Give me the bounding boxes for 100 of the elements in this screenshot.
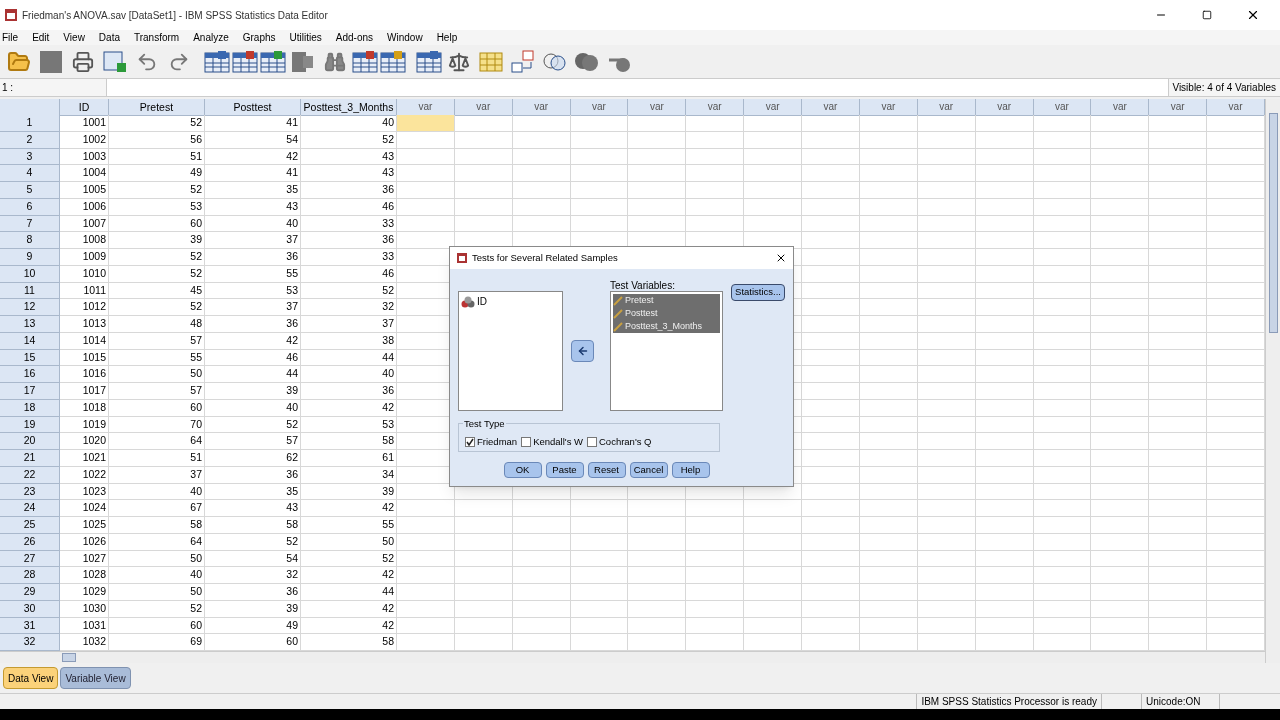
column-header[interactable]: Posttest <box>205 99 301 116</box>
column-header[interactable]: Posttest_3_Months <box>301 99 397 116</box>
column-header[interactable]: var <box>802 99 860 116</box>
menu-item[interactable]: Graphs <box>242 30 276 45</box>
row-number[interactable]: 13 <box>0 316 60 333</box>
close-button[interactable] <box>775 252 787 264</box>
column-header[interactable]: Pretest <box>109 99 205 116</box>
row-number[interactable]: 32 <box>0 634 60 651</box>
column-header[interactable]: var <box>859 99 918 116</box>
row-number[interactable]: 25 <box>0 517 60 534</box>
column-header[interactable]: var <box>1091 99 1150 116</box>
empty-cell <box>1091 383 1150 400</box>
menu-item[interactable]: Help <box>436 30 458 45</box>
empty-cell <box>859 600 918 618</box>
row-number[interactable]: 12 <box>0 299 60 316</box>
variables-icon[interactable] <box>260 49 286 74</box>
test-type-checkbox[interactable] <box>521 437 532 448</box>
empty-cell <box>859 249 918 266</box>
move-arrow-button[interactable] <box>571 340 595 362</box>
empty-cell <box>1033 433 1092 450</box>
menu-item[interactable]: Transform <box>134 30 180 45</box>
test-type-checkbox[interactable] <box>587 437 597 448</box>
menu-item[interactable]: Analyze <box>193 30 229 45</box>
row-number[interactable]: 20 <box>0 433 60 450</box>
menu-item[interactable]: Utilities <box>289 30 322 45</box>
column-header[interactable]: var <box>975 99 1034 116</box>
view-tab[interactable]: Data View <box>3 667 59 689</box>
row-number[interactable]: 21 <box>0 450 60 467</box>
test-variable-list[interactable]: Pretest Posttest Posttest_3_Months <box>610 291 724 411</box>
insert-cases-icon[interactable] <box>352 49 378 74</box>
table-cell: 38 <box>301 332 397 350</box>
column-header[interactable]: var <box>512 99 571 116</box>
column-header[interactable]: ID <box>60 99 109 116</box>
column-header[interactable]: var <box>917 99 976 116</box>
table-cell: 1025 <box>60 517 109 534</box>
column-header[interactable]: var <box>1207 99 1265 116</box>
table-cell: 40 <box>205 399 301 417</box>
go-to-case-icon[interactable] <box>204 49 230 74</box>
insert-variable-icon[interactable] <box>380 49 406 74</box>
empty-cell <box>1033 282 1092 300</box>
table-cell: 40 <box>205 215 301 233</box>
menu-item[interactable]: Edit <box>32 30 50 45</box>
horizontal-scrollbar[interactable] <box>0 651 1265 663</box>
column-header[interactable]: var <box>628 99 687 116</box>
column-header[interactable]: var <box>686 99 745 116</box>
table-cell: 54 <box>205 550 301 568</box>
empty-cell <box>1091 567 1150 584</box>
empty-cell <box>802 500 860 517</box>
empty-cell <box>975 584 1034 601</box>
go-to-variable-icon[interactable] <box>232 49 258 74</box>
split-file-icon[interactable] <box>416 49 442 74</box>
test-type-checkbox[interactable] <box>465 437 475 448</box>
empty-cell <box>454 148 513 166</box>
empty-cell <box>802 249 860 266</box>
dialog-button[interactable]: Paste <box>545 462 584 478</box>
row-number[interactable]: 28 <box>0 567 60 584</box>
dialog-button[interactable]: Help <box>671 462 710 478</box>
variable-item[interactable]: Posttest <box>613 307 721 320</box>
row-number[interactable]: 24 <box>0 500 60 517</box>
menu-item[interactable]: File <box>2 30 19 45</box>
column-header[interactable]: var <box>570 99 629 116</box>
vertical-scrollbar[interactable] <box>1265 99 1280 663</box>
variable-item[interactable]: Pretest <box>613 294 721 307</box>
dialog-button[interactable]: Cancel <box>629 462 668 478</box>
row-number[interactable]: 9 <box>0 249 60 266</box>
row-number[interactable]: 29 <box>0 584 60 601</box>
variable-item[interactable]: ID <box>461 294 561 309</box>
empty-cell <box>570 500 629 517</box>
row-number[interactable]: 16 <box>0 366 60 383</box>
variable-item[interactable]: Posttest_3_Months <box>613 320 721 333</box>
close-icon <box>775 252 787 264</box>
column-header[interactable]: var <box>744 99 803 116</box>
menu-item[interactable]: Add-ons <box>335 30 374 45</box>
column-header[interactable]: var <box>1033 99 1092 116</box>
empty-cell <box>859 584 918 601</box>
table-cell: 36 <box>301 232 397 249</box>
menu-item[interactable]: Window <box>387 30 423 45</box>
column-header[interactable]: var <box>454 99 513 116</box>
view-tab[interactable]: Variable View <box>60 667 131 689</box>
row-number[interactable]: 17 <box>0 383 60 400</box>
column-header[interactable]: var <box>1149 99 1208 116</box>
row-number[interactable]: 8 <box>0 232 60 249</box>
empty-cell <box>628 600 687 618</box>
statistics-button[interactable]: Statistics... <box>731 284 785 301</box>
menu-item[interactable]: View <box>63 30 85 45</box>
table-cell: 36 <box>301 182 397 199</box>
row-number[interactable]: 5 <box>0 182 60 199</box>
menu-item[interactable]: Data <box>98 30 120 45</box>
table-cell: 46 <box>301 198 397 216</box>
empty-cell <box>1149 299 1208 316</box>
table-cell: 37 <box>109 466 205 484</box>
empty-cell <box>1207 316 1265 333</box>
source-variable-list[interactable]: ID <box>458 291 564 411</box>
empty-cell <box>1033 299 1092 316</box>
empty-cell <box>975 299 1034 316</box>
row-number[interactable]: 1 <box>0 115 60 132</box>
dialog-button[interactable]: Reset <box>587 462 626 478</box>
table-cell: 58 <box>301 433 397 450</box>
dialog-button[interactable]: OK <box>503 462 542 478</box>
row-number[interactable]: 4 <box>0 165 60 182</box>
